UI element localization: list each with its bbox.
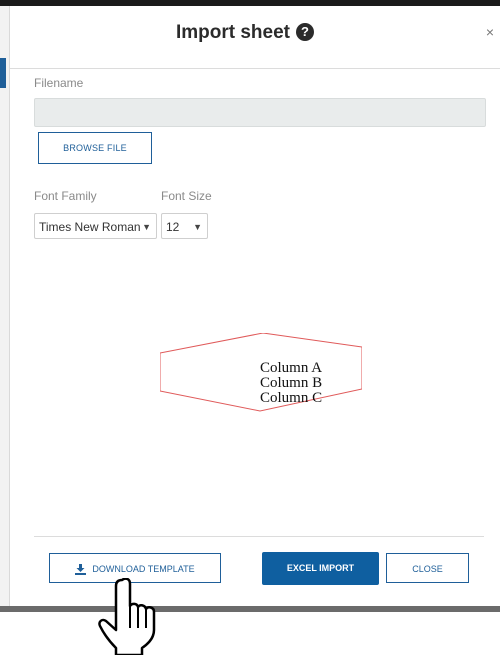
font-size-label: Font Size <box>161 189 212 203</box>
font-size-select[interactable]: 12 ▼ <box>161 213 208 239</box>
hand-pointer-cursor <box>98 578 156 655</box>
preview-line: Column A <box>260 360 323 376</box>
font-family-select[interactable]: Times New Roman ▼ <box>34 213 157 239</box>
dialog-header: Import sheet? × <box>10 6 500 69</box>
chevron-down-icon: ▼ <box>142 222 151 232</box>
font-family-label: Font Family <box>34 189 97 203</box>
browse-file-button[interactable]: BROWSE FILE <box>38 132 152 164</box>
preview-line: Column C <box>260 390 323 406</box>
dialog-title: Import sheet <box>175 22 291 43</box>
excel-import-button[interactable]: EXCEL IMPORT <box>262 552 379 585</box>
background-accent-mark <box>0 58 6 88</box>
dialog-bottom-shadow <box>0 606 500 612</box>
question-circle-icon[interactable]: ? <box>296 23 315 41</box>
footer-divider <box>34 536 484 537</box>
download-template-label: DOWNLOAD TEMPLATE <box>92 564 195 574</box>
preview-line: Column B <box>260 375 323 391</box>
font-size-value: 12 <box>166 220 180 234</box>
close-button[interactable]: CLOSE <box>386 553 469 583</box>
import-sheet-dialog: Import sheet? × Filename BROWSE FILE Fon… <box>10 6 500 606</box>
dialog-title-row: Import sheet? <box>10 22 480 44</box>
background-page-edge <box>0 6 10 612</box>
font-family-value: Times New Roman <box>39 220 141 234</box>
preview-text: Column A Column B Column C <box>260 361 322 406</box>
chevron-down-icon: ▼ <box>193 222 202 232</box>
download-icon <box>75 564 87 576</box>
filename-field[interactable] <box>34 98 486 127</box>
close-icon[interactable]: × <box>486 24 494 40</box>
filename-label: Filename <box>34 76 84 90</box>
